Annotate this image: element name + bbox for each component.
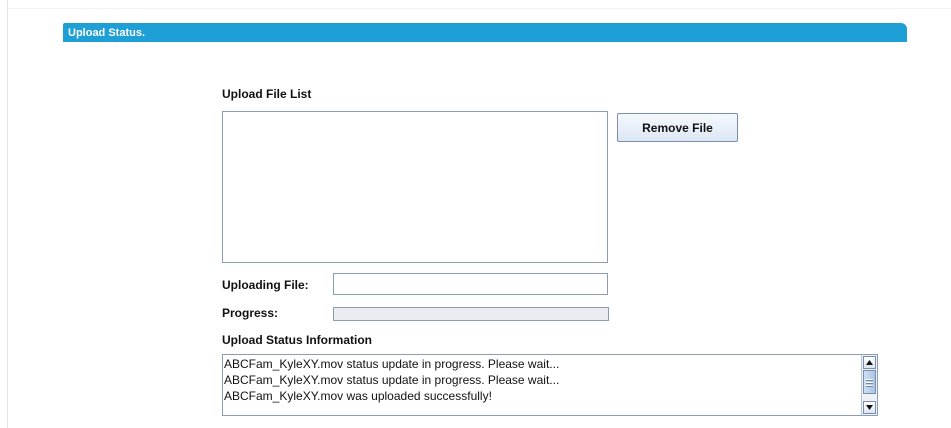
upload-file-list-label: Upload File List — [222, 87, 312, 101]
upload-file-list[interactable] — [222, 111, 608, 263]
status-log-scrollbar[interactable] — [861, 355, 877, 415]
scrollbar-thumb[interactable] — [863, 370, 876, 394]
status-log-line: ABCFam_KyleXY.mov status update in progr… — [224, 373, 560, 387]
uploading-file-label: Uploading File: — [222, 278, 309, 292]
status-log-line: ABCFam_KyleXY.mov status update in progr… — [224, 357, 560, 371]
arrow-up-icon[interactable] — [863, 356, 876, 369]
progress-label: Progress: — [222, 306, 279, 320]
panel-left-border — [7, 0, 8, 428]
panel-top-border — [8, 8, 951, 9]
upload-status-log[interactable]: ABCFam_KyleXY.mov status update in progr… — [222, 354, 878, 416]
section-title: Upload Status. — [68, 27, 146, 39]
upload-status-panel: Upload Status. Upload File List Remove F… — [0, 0, 951, 428]
status-log-line: ABCFam_KyleXY.mov was uploaded successfu… — [224, 389, 492, 403]
status-log-lines: ABCFam_KyleXY.mov status update in progr… — [224, 356, 859, 415]
remove-file-button[interactable]: Remove File — [617, 113, 738, 142]
upload-status-information-label: Upload Status Information — [222, 333, 372, 347]
section-header-bar: Upload Status. — [63, 23, 907, 42]
upload-progress-bar — [333, 307, 609, 321]
arrow-down-icon[interactable] — [863, 401, 876, 414]
uploading-file-field[interactable] — [333, 273, 608, 295]
